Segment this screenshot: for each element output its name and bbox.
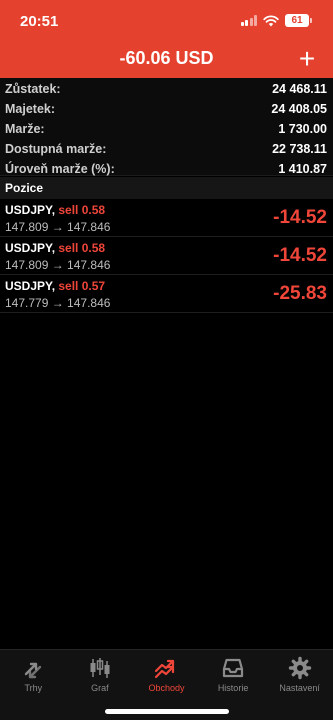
status-time: 20:51 — [20, 13, 59, 30]
quotes-arrows-icon — [25, 662, 42, 679]
tab-settings[interactable]: Nastavení — [266, 650, 333, 720]
history-inbox-icon — [222, 658, 244, 678]
account-value: 22 738.11 — [272, 142, 327, 156]
position-row[interactable]: USDJPY, sell 0.57 147.779 → 147.846 -25.… — [0, 275, 333, 313]
account-row-equity: Majetek: 24 408.05 — [0, 99, 333, 118]
position-prices: 147.809 → 147.846 — [5, 220, 111, 234]
home-indicator — [105, 709, 229, 714]
balance-profit-title: -60.06 USD — [119, 48, 214, 68]
header: -60.06 USD + — [0, 44, 333, 78]
cellular-signal-icon — [240, 15, 257, 26]
account-value: 1 410.87 — [278, 162, 327, 176]
account-row-balance: Zůstatek: 24 468.11 — [0, 79, 333, 98]
account-value: 24 468.11 — [272, 82, 327, 96]
account-label: Zůstatek: — [5, 82, 61, 96]
account-row-margin-level: Úroveň marže (%): 1 410.87 — [0, 159, 333, 178]
status-bar: 20:51 61 — [0, 0, 333, 44]
account-label: Dostupná marže: — [5, 142, 107, 156]
position-symbol: USDJPY, sell 0.57 — [5, 279, 105, 293]
position-row[interactable]: USDJPY, sell 0.58 147.809 → 147.846 -14.… — [0, 199, 333, 237]
wifi-icon — [263, 14, 279, 26]
position-symbol: USDJPY, sell 0.58 — [5, 203, 105, 217]
positions-section-title: Pozice — [5, 181, 44, 195]
position-symbol-name: USDJPY, — [5, 203, 56, 217]
status-icons: 61 — [240, 14, 312, 27]
position-row[interactable]: USDJPY, sell 0.58 147.809 → 147.846 -14.… — [0, 237, 333, 275]
position-direction-volume: sell 0.57 — [58, 279, 106, 293]
position-symbol-name: USDJPY, — [5, 241, 56, 255]
tab-label: Trhy — [24, 683, 43, 693]
position-direction-volume: sell 0.58 — [58, 241, 106, 255]
trade-trend-icon — [155, 659, 175, 679]
candlestick-chart-icon — [90, 658, 110, 678]
account-value: 1 730.00 — [278, 122, 327, 136]
account-label: Majetek: — [5, 102, 56, 116]
account-value: 24 408.05 — [271, 102, 327, 116]
account-row-margin: Marže: 1 730.00 — [0, 119, 333, 138]
battery-icon: 61 — [285, 14, 312, 27]
position-symbol: USDJPY, sell 0.58 — [5, 241, 105, 255]
position-symbol-name: USDJPY, — [5, 279, 56, 293]
tab-label: Graf — [91, 683, 109, 693]
tab-label: Historie — [217, 683, 249, 693]
position-profit: -14.52 — [273, 245, 327, 266]
tab-quotes[interactable]: Trhy — [0, 650, 67, 720]
positions-list: USDJPY, sell 0.58 147.809 → 147.846 -14.… — [0, 199, 333, 313]
account-summary: Zůstatek: 24 468.11 Majetek: 24 408.05 M… — [0, 78, 333, 176]
tab-label: Nastavení — [279, 683, 320, 693]
position-direction-volume: sell 0.58 — [58, 203, 106, 217]
position-profit: -25.83 — [273, 283, 327, 304]
account-label: Marže: — [5, 122, 45, 136]
gear-icon — [288, 656, 311, 680]
position-prices: 147.809 → 147.846 — [5, 258, 111, 272]
position-prices: 147.779 → 147.846 — [5, 296, 111, 310]
tab-label: Obchody — [148, 683, 185, 693]
new-order-button[interactable]: + — [293, 45, 321, 74]
account-row-free-margin: Dostupná marže: 22 738.11 — [0, 139, 333, 158]
account-label: Úroveň marže (%): — [5, 162, 115, 176]
position-profit: -14.52 — [273, 207, 327, 228]
positions-section-header: Pozice — [0, 177, 333, 199]
